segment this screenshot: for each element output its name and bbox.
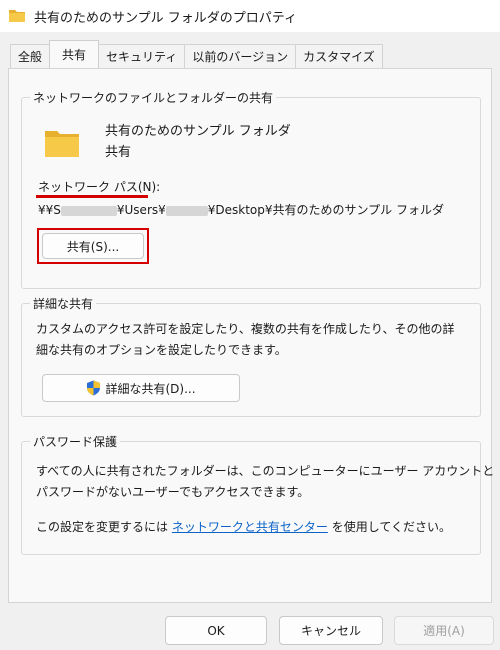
group-title: 詳細な共有 (30, 295, 97, 312)
sharing-panel: ネットワークのファイルとフォルダーの共有 共有のためのサンプル フォルダ 共有 … (8, 68, 494, 603)
cancel-button[interactable]: キャンセル (279, 616, 383, 645)
tab-previous-versions[interactable]: 以前のバージョン (184, 44, 297, 68)
redacted-user-name (165, 205, 208, 216)
tab-general[interactable]: 全般 (10, 44, 51, 68)
dialog-footer: OK キャンセル 適用(A) (0, 603, 500, 650)
folder-name: 共有のためのサンプル フォルダ (105, 124, 291, 139)
password-description-1: すべての人に共有されたフォルダーは、このコンピューターにユーザー アカウントと (36, 464, 495, 478)
change-suffix: を使用してください。 (331, 520, 451, 534)
advanced-share-description-2: 細な共有のオプションを設定したりできます。 (36, 343, 287, 357)
folder-icon (9, 10, 25, 22)
advanced-share-description-1: カスタムのアクセス許可を設定したり、複数の共有を作成したり、その他の詳 (36, 322, 455, 336)
folder-icon (45, 131, 79, 157)
change-setting-line: この設定を変更するには ネットワークと共有センター を使用してください。 (36, 518, 451, 535)
title-bar: 共有のためのサンプル フォルダのプロパティ (0, 0, 500, 32)
tab-strip: 全般 共有 セキュリティ 以前のバージョン カスタマイズ (10, 40, 383, 68)
shield-icon (87, 380, 101, 396)
password-description-2: パスワードがないユーザーでもアクセスできます。 (36, 485, 310, 499)
network-share-group: ネットワークのファイルとフォルダーの共有 共有のためのサンプル フォルダ 共有 … (21, 89, 481, 289)
path-suffix: ¥Desktop¥共有のためのサンプル フォルダ (207, 203, 444, 217)
path-mid: ¥Users¥ (116, 203, 166, 217)
advanced-share-group: 詳細な共有 カスタムのアクセス許可を設定したり、複数の共有を作成したり、その他の… (21, 295, 481, 417)
tab-sharing[interactable]: 共有 (49, 40, 100, 68)
network-path-value: ¥¥S ¥Users¥ ¥Desktop¥共有のためのサンプル フォルダ (38, 201, 444, 218)
password-protect-group: パスワード保護 すべての人に共有されたフォルダーは、このコンピューターにユーザー… (21, 433, 494, 555)
group-title: ネットワークのファイルとフォルダーの共有 (30, 89, 277, 106)
tab-security[interactable]: セキュリティ (98, 44, 186, 68)
window-title: 共有のためのサンプル フォルダのプロパティ (34, 11, 297, 26)
path-prefix: ¥¥S (38, 203, 61, 217)
redacted-computer-name (60, 205, 117, 216)
tab-customize[interactable]: カスタマイズ (295, 44, 383, 68)
network-sharing-center-link[interactable]: ネットワークと共有センター (172, 520, 328, 534)
group-title: パスワード保護 (30, 433, 121, 450)
ok-button[interactable]: OK (165, 616, 267, 645)
share-status: 共有 (105, 145, 132, 160)
network-path-label: ネットワーク パス(N): (38, 180, 161, 194)
advanced-share-button[interactable]: 詳細な共有(D)... (42, 374, 240, 402)
advanced-share-button-label: 詳細な共有(D)... (105, 381, 196, 396)
apply-button[interactable]: 適用(A) (394, 616, 494, 645)
share-button[interactable]: 共有(S)... (42, 233, 144, 259)
annotation-underline (36, 195, 148, 198)
change-prefix: この設定を変更するには (36, 520, 169, 534)
